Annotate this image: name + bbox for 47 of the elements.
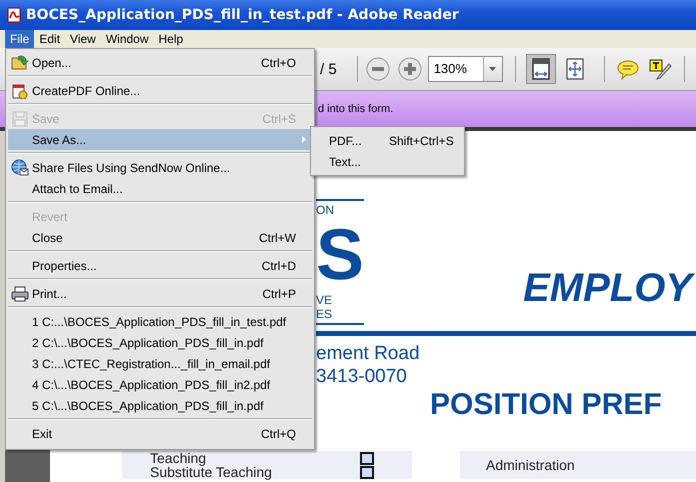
globe-icon — [11, 159, 29, 176]
zoom-in-button[interactable] — [398, 57, 422, 81]
menu-bar-item[interactable]: View — [65, 30, 101, 48]
menu-item[interactable]: Close Ctrl+W — [8, 227, 312, 248]
window-title: BOCES_Application_PDS_fill_in_test.pdf - Adobe Reader — [26, 7, 459, 23]
menu-bar-item[interactable]: Edit — [34, 30, 66, 48]
menu-item[interactable]: Print... Ctrl+P — [8, 283, 312, 304]
menu-item[interactable]: 1 C:...\BOCES_Application_PDS_fill_in_test.pdf — [8, 311, 312, 332]
menu-bar-item[interactable]: Help — [154, 30, 188, 48]
position-label: Substitute Teaching — [150, 465, 273, 479]
menu-item[interactable]: Properties... Ctrl+D — [8, 255, 312, 276]
logo-text: S — [316, 217, 364, 293]
menu-item[interactable]: Text... — [313, 151, 462, 172]
address-text: ement Road — [316, 342, 421, 365]
menu-item[interactable]: 3 C:...\CTEC_Registration..._fill_in_email.pdf — [8, 353, 312, 374]
menu-item[interactable]: 4 C:\...\BOCES_Application_PDS_fill_in2.pdf — [8, 374, 312, 395]
folder-icon — [11, 54, 29, 71]
menu-item[interactable]: 2 C:\...\BOCES_Application_PDS_fill_in.pdf — [8, 332, 312, 353]
pdf-document-icon — [6, 7, 22, 23]
printer-icon — [11, 285, 29, 302]
menu-item[interactable]: Attach to Email... — [8, 178, 312, 199]
document-icon — [11, 82, 29, 99]
logo-text: VE — [316, 293, 332, 307]
menu-item[interactable]: Open... Ctrl+O — [8, 52, 312, 73]
position-label: Teaching — [150, 451, 208, 465]
position-label: Administration — [486, 458, 576, 472]
page-width-button[interactable] — [526, 54, 556, 84]
message-text: d into this form. — [318, 103, 394, 115]
menu-item[interactable]: Save As... — [8, 129, 312, 150]
section-heading: POSITION PREF — [430, 388, 663, 422]
menu-item[interactable]: Share Files Using SendNow Online... — [8, 157, 312, 178]
highlighter-icon[interactable] — [648, 58, 672, 80]
address-text: 3413-0070 — [316, 365, 408, 388]
checkbox[interactable] — [360, 466, 374, 478]
menu-bar-item[interactable]: Window — [100, 30, 154, 48]
menu-bar-item[interactable]: File — [5, 30, 34, 48]
menu-item[interactable]: CreatePDF Online... — [8, 80, 312, 101]
menu-item[interactable]: PDF... Shift+Ctrl+S — [313, 130, 462, 151]
zoom-out-button[interactable] — [366, 57, 390, 81]
logo-text: ES — [316, 307, 332, 321]
comment-bubble-icon[interactable] — [616, 58, 639, 80]
menu-item[interactable]: 5 C:\...\BOCES_Application_PDS_fill_in.pdf — [8, 395, 312, 416]
menu-item[interactable]: Exit Ctrl+Q — [8, 423, 312, 444]
submenu-arrow-icon — [302, 136, 306, 143]
logo-text: ON — [316, 203, 334, 217]
checkbox[interactable] — [360, 452, 374, 464]
page-count: / 5 — [320, 60, 337, 78]
